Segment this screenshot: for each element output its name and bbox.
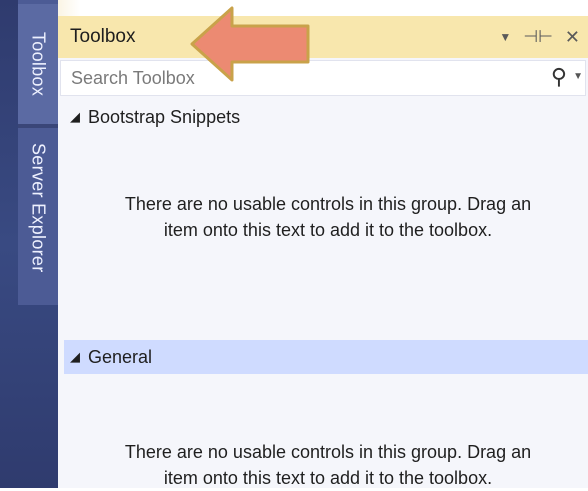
tab-toolbox-label: Toolbox [28,31,49,97]
group-empty-message: There are no usable controls in this gro… [78,439,578,491]
tab-server-explorer-label: Server Explorer [28,143,49,273]
group-empty-message: There are no usable controls in this gro… [78,191,578,243]
panel-titlebar: Toolbox ▼ ⊣⊢ ✕ [58,16,588,58]
tab-toolbox[interactable]: Toolbox [18,4,58,124]
message-line: There are no usable controls in this gro… [124,194,532,214]
message-line: item onto this text to add it to the too… [163,468,493,488]
group-label: General [88,346,153,367]
side-tab-strip: Toolbox Server Explorer [0,0,58,488]
triangle-expanded-icon: ◢ [70,109,80,124]
group-header-general[interactable]: ◢ General [64,340,588,374]
group-label: Bootstrap Snippets [88,106,241,127]
titlebar-controls: ▼ ⊣⊢ ✕ [499,16,580,58]
search-options-chevron-icon[interactable]: ▼ [573,71,583,82]
search-icon[interactable]: ⚲ [551,64,567,90]
tab-server-explorer[interactable]: Server Explorer [18,128,58,288]
pin-icon[interactable]: ⊣⊢ [523,27,553,47]
message-line: There are no usable controls in this gro… [124,442,532,462]
toolbox-panel: Toolbox ▼ ⊣⊢ ✕ ⚲ ▼ ◢ Bootstrap Snippets … [58,16,588,488]
triangle-expanded-icon: ◢ [70,349,80,364]
chevron-down-icon[interactable]: ▼ [499,30,511,44]
callout-arrow-icon [190,6,310,82]
group-header-bootstrap-snippets[interactable]: ◢ Bootstrap Snippets [64,100,588,134]
close-icon[interactable]: ✕ [565,27,580,48]
search-box: ⚲ ▼ [60,60,586,96]
panel-title: Toolbox [70,26,136,47]
message-line: item onto this text to add it to the too… [163,220,493,240]
